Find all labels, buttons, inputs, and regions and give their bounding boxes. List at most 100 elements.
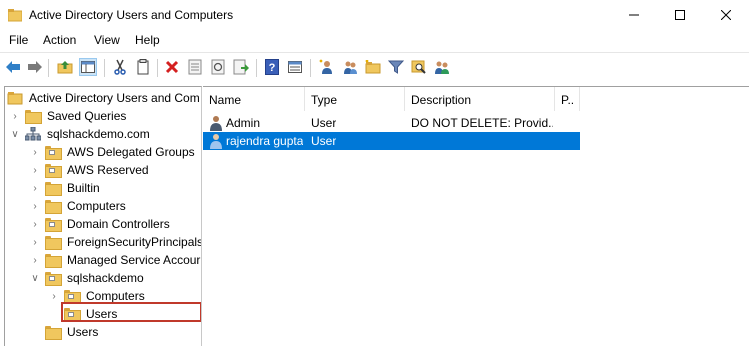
tree-item-saved-queries[interactable]: › Saved Queries (9, 107, 128, 125)
new-ou-icon (365, 60, 381, 74)
find-icon (411, 60, 426, 74)
table-row-selected[interactable]: rajendra gupta User (203, 132, 580, 150)
ou-folder-icon (64, 289, 81, 304)
cell-description: DO NOT DELETE: Provid... (411, 116, 553, 130)
tree-label: AWS Reserved (67, 163, 149, 177)
filter-button[interactable] (387, 58, 405, 76)
help-icon: ? (265, 59, 279, 75)
ou-folder-icon (45, 163, 62, 178)
delete-button[interactable] (163, 58, 181, 76)
copy-button[interactable] (134, 58, 152, 76)
tree-label: ForeignSecurityPrincipals (67, 235, 202, 249)
forward-button[interactable] (26, 58, 44, 76)
tree-item-sqlshackdemo[interactable]: ∨ sqlshackdemo (29, 269, 146, 287)
tree-item-aws-reserved[interactable]: › AWS Reserved (29, 161, 151, 179)
folder-icon (45, 325, 62, 340)
minimize-button[interactable] (611, 0, 657, 30)
tree-item-users-container[interactable]: Users (29, 323, 100, 341)
domain-icon (24, 126, 42, 141)
chevron-right-icon[interactable]: › (29, 215, 41, 233)
console-root-icon (7, 91, 23, 105)
properties-icon (188, 59, 202, 75)
refresh-icon (211, 59, 225, 75)
back-button[interactable] (4, 58, 22, 76)
title-bar: Active Directory Users and Computers (0, 0, 749, 30)
chevron-right-icon[interactable]: › (48, 287, 60, 305)
cut-button[interactable] (111, 58, 129, 76)
properties-button[interactable] (186, 58, 204, 76)
highlight-box (61, 302, 201, 322)
chevron-down-icon[interactable]: ∨ (29, 269, 41, 287)
toolbar-separator (104, 59, 105, 77)
toolbar-separator (157, 59, 158, 77)
chevron-down-icon[interactable]: ∨ (9, 125, 21, 143)
up-folder-icon (57, 61, 73, 74)
export-button[interactable] (232, 58, 250, 76)
tree-item-domain[interactable]: ∨ sqlshackdemo.com (9, 125, 152, 143)
app-folder-icon (8, 9, 22, 22)
tree-item-builtin[interactable]: › Builtin (29, 179, 102, 197)
tree-label: Managed Service Accour (67, 253, 201, 267)
chevron-right-icon[interactable]: › (29, 161, 41, 179)
folder-icon (45, 235, 62, 250)
chevron-right-icon[interactable]: › (29, 251, 41, 269)
refresh-button[interactable] (209, 58, 227, 76)
column-header-type[interactable]: Type (305, 87, 405, 111)
column-header-p[interactable]: P.. (555, 87, 580, 111)
cell-name: Admin (226, 116, 261, 130)
tree-label: sqlshackdemo (67, 271, 144, 285)
tree-item-root[interactable]: Active Directory Users and Com (5, 89, 201, 107)
menu-help[interactable]: Help (135, 33, 160, 47)
chevron-right-icon[interactable]: › (9, 107, 21, 125)
console-tree-icon (81, 61, 95, 73)
table-row[interactable]: Admin User DO NOT DELETE: Provid... (203, 114, 580, 132)
help-button[interactable]: ? (263, 58, 281, 76)
tree-item-foreign-security-principals[interactable]: › ForeignSecurityPrincipals (29, 233, 202, 251)
new-ou-button[interactable] (364, 58, 382, 76)
tree-label: Computers (86, 289, 145, 303)
chevron-right-icon[interactable]: › (29, 197, 41, 215)
tree-label: Active Directory Users and Com (29, 91, 200, 105)
minimize-icon (629, 14, 639, 16)
tree-item-domain-controllers[interactable]: › Domain Controllers (29, 215, 172, 233)
ou-folder-icon (45, 271, 62, 286)
toolbar-separator (310, 59, 311, 77)
user-icon (210, 134, 222, 149)
menu-file[interactable]: File (9, 33, 28, 47)
column-header-description[interactable]: Description (405, 87, 555, 111)
forward-icon (28, 61, 42, 73)
tree-label: sqlshackdemo.com (47, 127, 150, 141)
filter-icon (388, 60, 404, 74)
maximize-button[interactable] (657, 0, 703, 30)
show-details-button[interactable] (286, 58, 304, 76)
close-button[interactable] (703, 0, 749, 30)
up-folder-button[interactable] (56, 58, 74, 76)
console-tree-button[interactable] (79, 58, 97, 76)
new-user-button[interactable] (318, 58, 336, 76)
folder-icon (25, 109, 42, 124)
menu-view[interactable]: View (94, 33, 120, 47)
tree-label: AWS Delegated Groups (67, 145, 195, 159)
column-header-name[interactable]: Name (203, 87, 305, 111)
copy-icon (137, 59, 149, 75)
tree-item-computers[interactable]: › Computers (29, 197, 128, 215)
tree-label: Builtin (67, 181, 100, 195)
menu-bar: File Action View Help (0, 30, 749, 51)
cell-type: User (311, 116, 337, 130)
tree-item-managed-service-accounts[interactable]: › Managed Service Accour (29, 251, 201, 269)
chevron-right-icon[interactable]: › (29, 179, 41, 197)
folder-icon (45, 199, 62, 214)
add-to-group-icon (435, 61, 449, 74)
new-group-button[interactable] (341, 58, 359, 76)
tree-item-aws-delegated-groups[interactable]: › AWS Delegated Groups (29, 143, 197, 161)
chevron-right-icon[interactable]: › (29, 143, 41, 161)
close-icon (721, 10, 731, 20)
find-button[interactable] (410, 58, 428, 76)
chevron-right-icon[interactable]: › (29, 233, 41, 251)
new-group-icon (344, 61, 357, 74)
menu-action[interactable]: Action (43, 33, 76, 47)
cell-name: rajendra gupta (226, 134, 304, 148)
add-to-group-button[interactable] (433, 58, 451, 76)
toolbar: ? (0, 52, 749, 82)
tree-label: Saved Queries (47, 109, 127, 123)
